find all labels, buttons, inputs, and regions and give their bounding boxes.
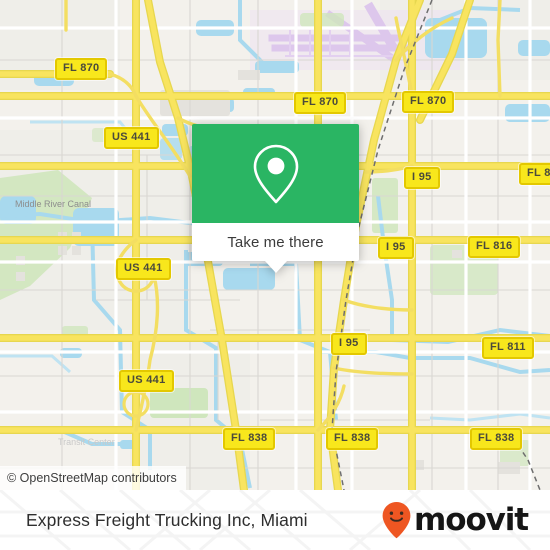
location-pin-icon [253,144,298,203]
place-label-transit-center: Transit Center [58,437,115,447]
map-canvas[interactable]: FL 870 US 441 FL 870 FL 870 I 95 FL 81 I… [0,0,550,490]
map-attribution[interactable]: © OpenStreetMap contributors [0,466,186,490]
callout-action-label[interactable]: Take me there [192,223,359,261]
footer-bar: Express Freight Trucking Inc, Miami moov… [0,490,550,550]
water-label-middle-river-canal: Middle River Canal [15,199,92,209]
moovit-wordmark: moovit [414,501,529,538]
moovit-smiley-pin-icon [382,502,411,539]
page-title: Express Freight Trucking Inc, Miami [26,509,308,530]
moovit-logo[interactable]: moovit [381,501,529,539]
callout-marker-panel [192,124,359,223]
take-me-there-callout[interactable]: Take me there [192,124,359,273]
callout-pointer [264,261,287,273]
